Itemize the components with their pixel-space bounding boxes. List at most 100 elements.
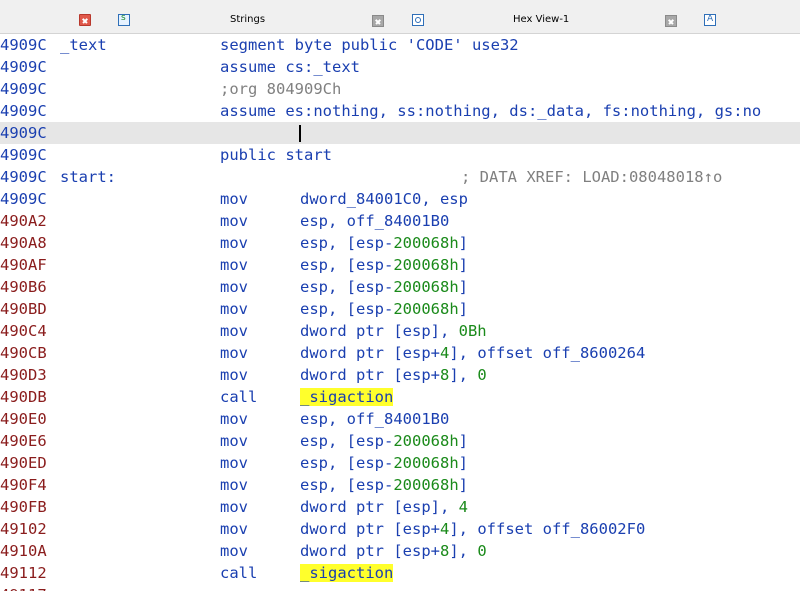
instruction-mnemonic: mov	[220, 278, 248, 296]
numeric-operand: 200068h	[393, 454, 459, 472]
numeric-operand: 4	[439, 344, 450, 362]
operand-text: ]	[458, 234, 468, 252]
operand-text: dword ptr [esp],	[300, 322, 459, 340]
numeric-operand: 0Bh	[458, 322, 487, 340]
operand-text: dword ptr [esp+	[300, 344, 440, 362]
close-strings-tab-icon[interactable]	[372, 15, 384, 27]
current-line[interactable]: 4909C	[0, 122, 800, 144]
listing-line[interactable]: 4909C assume es:nothing, ss:nothing, ds:_…	[0, 100, 800, 122]
listing-line[interactable]: 490CB mov dword ptr [esp+4], offset off_86…	[0, 342, 800, 364]
listing-line[interactable]: 490E0 mov esp, off_84001B0	[0, 408, 800, 430]
instruction-mnemonic: mov	[220, 190, 248, 208]
listing-line[interactable]: 4909C public start	[0, 144, 800, 166]
instruction-operands: dword ptr [esp], 0Bh	[300, 320, 487, 342]
tab-hex-view[interactable]: Hex View-1	[400, 0, 690, 33]
instruction-mnemonic: mov	[220, 476, 248, 494]
listing-line[interactable]: 4909C assume cs:_text	[0, 56, 800, 78]
operand-text: esp, [esp-	[300, 234, 394, 252]
instruction-mnemonic: mov	[220, 256, 248, 274]
highlighted-symbol[interactable]: _sigaction	[300, 388, 394, 406]
line-address: 4909C	[0, 80, 47, 98]
directive-text: assume es:nothing, ss:nothing, ds:_data,…	[220, 102, 762, 120]
numeric-operand: 200068h	[393, 278, 459, 296]
code-label[interactable]: _text	[60, 34, 107, 56]
line-address: 490E0	[0, 410, 47, 428]
instruction-operands: esp, [esp-200068h]	[300, 298, 468, 320]
operand-text: dword ptr [esp+	[300, 542, 440, 560]
line-address: 49102	[0, 520, 47, 538]
structures-icon[interactable]	[704, 14, 716, 26]
line-address: 490A2	[0, 212, 47, 230]
line-address: 4909C	[0, 58, 47, 76]
listing-line[interactable]: 490AF mov esp, [esp-200068h]	[0, 254, 800, 276]
instruction-operands: esp, off_84001B0	[300, 210, 449, 232]
operand-text: dword ptr [esp+	[300, 520, 440, 538]
listing-line[interactable]: 490ED mov esp, [esp-200068h]	[0, 452, 800, 474]
numeric-operand: 200068h	[393, 476, 459, 494]
instruction-mnemonic: call	[220, 564, 258, 582]
operand-text: dword_84001C0, esp	[300, 190, 468, 208]
tab-hex-view-label: Hex View-1	[513, 14, 570, 25]
listing-line[interactable]: 490D3 mov dword ptr [esp+8], 0	[0, 364, 800, 386]
operand-text: esp, [esp-	[300, 432, 394, 450]
instruction-mnemonic: mov	[220, 410, 248, 428]
listing-line[interactable]: 490A2 mov esp, off_84001B0	[0, 210, 800, 232]
instruction-mnemonic: mov	[220, 300, 248, 318]
instruction-operands: esp, [esp-200068h]	[300, 276, 468, 298]
numeric-operand: 8	[439, 542, 450, 560]
listing-line[interactable]: 49117	[0, 584, 800, 591]
tab-strings[interactable]: Strings	[100, 0, 395, 33]
hex-view-icon	[412, 14, 424, 26]
listing-line[interactable]: 490FB mov dword ptr [esp], 4	[0, 496, 800, 518]
listing-line[interactable]: 490C4 mov dword ptr [esp], 0Bh	[0, 320, 800, 342]
operand-text: ], offset off_8600264	[449, 344, 646, 362]
instruction-operands: dword ptr [esp+8], 0	[300, 364, 487, 386]
code-label[interactable]: start:	[60, 166, 116, 188]
listing-line[interactable]: 490F4 mov esp, [esp-200068h]	[0, 474, 800, 496]
listing-line[interactable]: 4909C mov dword_84001C0, esp	[0, 188, 800, 210]
line-address: 49117	[0, 584, 47, 591]
operand-text: ]	[458, 300, 468, 318]
line-address: 4909C	[0, 36, 47, 54]
disassembly-listing[interactable]: 4909C _text segment byte public 'CODE' use…	[0, 34, 800, 591]
highlighted-symbol[interactable]: _sigaction	[300, 564, 394, 582]
operand-text: dword ptr [esp],	[300, 498, 459, 516]
listing-line[interactable]: 490A8 mov esp, [esp-200068h]	[0, 232, 800, 254]
line-address: 490ED	[0, 454, 47, 472]
listing-line[interactable]: 4909C ;org 804909Ch	[0, 78, 800, 100]
numeric-operand: 8	[439, 366, 450, 384]
line-address: 4909C	[0, 168, 47, 186]
xref-comment[interactable]: ; DATA XREF: LOAD:08048018↑o	[461, 166, 722, 188]
instruction-operands: esp, [esp-200068h]	[300, 254, 468, 276]
instruction-operands: dword ptr [esp], 4	[300, 496, 468, 518]
listing-line[interactable]: 49102 mov dword ptr [esp+4], offset off_86…	[0, 518, 800, 540]
listing-line[interactable]: 4910A mov dword ptr [esp+8], 0	[0, 540, 800, 562]
directive-text: public start	[220, 146, 332, 164]
listing-line[interactable]: 49112 call _sigaction	[0, 562, 800, 584]
line-address: 490E6	[0, 432, 47, 450]
instruction-operands: esp, [esp-200068h]	[300, 474, 468, 496]
operand-text: esp, [esp-	[300, 256, 394, 274]
instruction-mnemonic: mov	[220, 234, 248, 252]
line-address: 490B6	[0, 278, 47, 296]
text-cursor	[299, 125, 301, 142]
instruction-operands: esp, off_84001B0	[300, 408, 449, 430]
listing-line[interactable]: 490BD mov esp, [esp-200068h]	[0, 298, 800, 320]
instruction-mnemonic: mov	[220, 344, 248, 362]
line-address: 490AF	[0, 256, 47, 274]
line-address: 490CB	[0, 344, 47, 362]
numeric-operand: 200068h	[393, 234, 459, 252]
numeric-operand: 200068h	[393, 300, 459, 318]
listing-line[interactable]: 490E6 mov esp, [esp-200068h]	[0, 430, 800, 452]
close-hex-view-tab-icon[interactable]	[665, 15, 677, 27]
operand-text: esp, [esp-	[300, 476, 394, 494]
line-address: 490D3	[0, 366, 47, 384]
close-icon[interactable]	[79, 14, 91, 26]
listing-line[interactable]: 490B6 mov esp, [esp-200068h]	[0, 276, 800, 298]
listing-line[interactable]: 490DB call _sigaction	[0, 386, 800, 408]
listing-line[interactable]: 4909C start: ; DATA XREF: LOAD:08048018↑o	[0, 166, 800, 188]
listing-line[interactable]: 4909C _text segment byte public 'CODE' use…	[0, 34, 800, 56]
operand-text: ]	[458, 454, 468, 472]
line-address: 490F4	[0, 476, 47, 494]
line-address: 4909C	[0, 102, 47, 120]
